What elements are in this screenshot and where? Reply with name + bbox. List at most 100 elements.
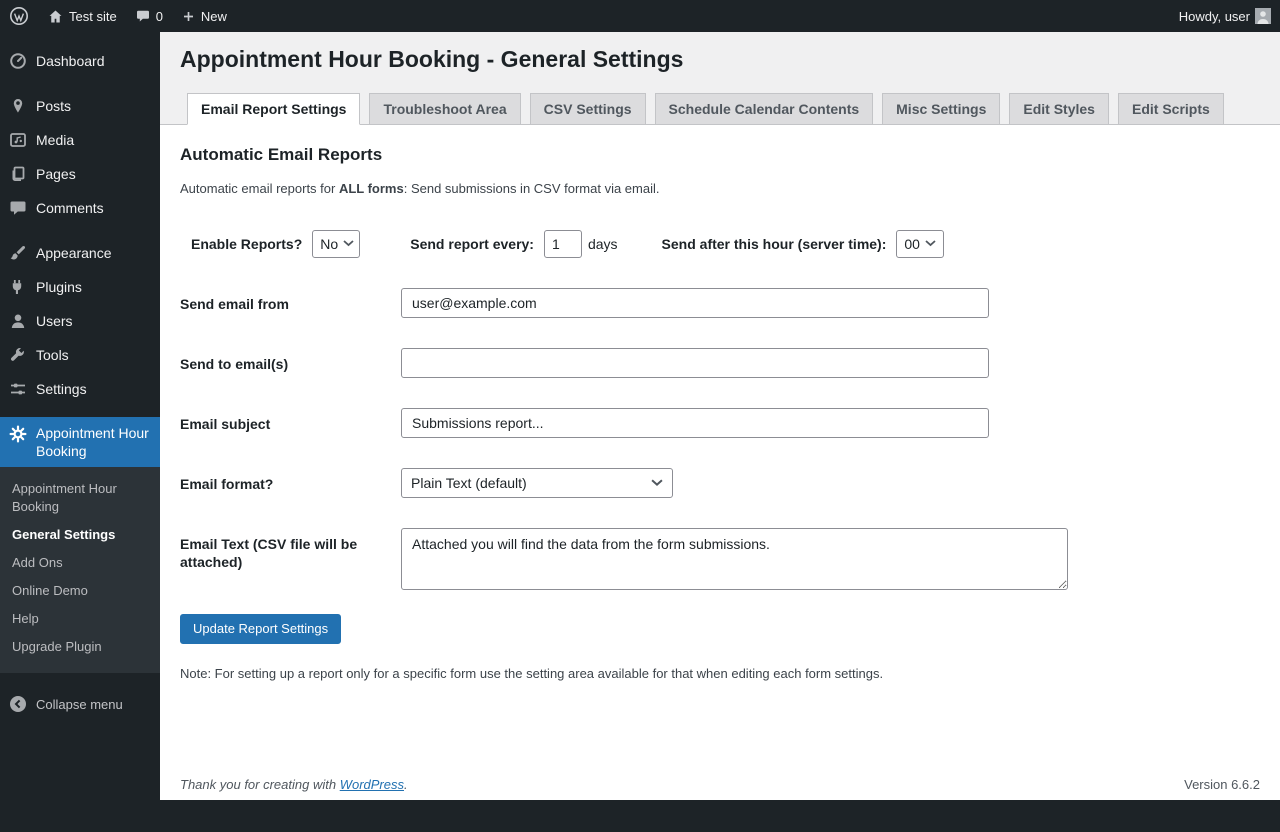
appearance-icon [8,243,28,263]
email-format-label: Email format? [180,468,401,498]
report-hour-select[interactable]: 00 [896,230,944,258]
enable-reports-select[interactable]: No [312,230,360,258]
my-account-button[interactable]: Howdy, user [1170,0,1280,32]
dashboard-icon [8,51,28,71]
admin-bar-left: Test site 0 New [0,0,236,32]
email-text-row: Email Text (CSV file will be attached) A… [180,528,1260,590]
submenu-item-upgrade-plugin[interactable]: Upgrade Plugin [0,633,160,661]
sidebar-item-posts[interactable]: Posts [0,89,160,123]
comment-bubble-icon [135,8,151,24]
settings-panel: Automatic Email Reports Automatic email … [160,125,1280,800]
wp-logo-button[interactable] [0,0,38,32]
media-icon [8,130,28,150]
gear-icon [8,424,28,444]
chevron-down-icon [651,479,663,487]
intro-bold: ALL forms [339,181,404,196]
plugins-icon [8,277,28,297]
report-hour-label: Send after this hour (server time): [662,236,887,252]
send-to-row: Send to email(s) [180,348,1260,378]
tools-icon [8,345,28,365]
report-every-label: Send report every: [410,236,534,252]
sidebar-item-users[interactable]: Users [0,304,160,338]
section-title: Automatic Email Reports [180,145,1260,165]
submenu-item-add-ons[interactable]: Add Ons [0,549,160,577]
email-format-value: Plain Text (default) [411,475,527,491]
menu-separator [0,406,160,417]
send-to-input[interactable] [401,348,989,378]
site-name-link[interactable]: Test site [38,0,126,32]
chevron-down-icon [925,240,936,247]
intro-suffix: : Send submissions in CSV format via ema… [404,181,660,196]
email-text-textarea[interactable]: Attached you will find the data from the… [401,528,1068,590]
new-label: New [201,9,227,24]
tab-edit-scripts[interactable]: Edit Scripts [1118,93,1224,125]
email-format-select[interactable]: Plain Text (default) [401,468,673,498]
tab-schedule-calendar-contents[interactable]: Schedule Calendar Contents [655,93,874,125]
howdy-label: Howdy, user [1179,9,1250,24]
admin-bar-right: Howdy, user [1170,0,1280,32]
plugin-submenu: Appointment Hour Booking General Setting… [0,467,160,673]
enable-reports-value: No [320,236,338,252]
home-icon [47,8,64,25]
sidebar-item-tools[interactable]: Tools [0,338,160,372]
email-text-label: Email Text (CSV file will be attached) [180,528,401,590]
admin-bar: Test site 0 New Howdy, user [0,0,1280,32]
submenu-item-help[interactable]: Help [0,605,160,633]
email-subject-label: Email subject [180,408,401,438]
sidebar-item-media[interactable]: Media [0,123,160,157]
new-content-button[interactable]: New [172,0,236,32]
submenu-item-online-demo[interactable]: Online Demo [0,577,160,605]
thanks-prefix: Thank you for creating with [180,777,340,792]
posts-icon [8,96,28,116]
collapse-menu-label: Collapse menu [36,697,123,712]
submenu-item-general-settings[interactable]: General Settings [0,521,160,549]
chevron-down-icon [343,240,354,247]
send-to-label: Send to email(s) [180,348,401,378]
comments-count: 0 [156,9,163,24]
subject-row: Email subject [180,408,1260,438]
wordpress-logo-icon [9,6,29,26]
wordpress-link[interactable]: WordPress [340,777,404,792]
pages-icon [8,164,28,184]
plus-icon [181,9,196,24]
tab-troubleshoot-area[interactable]: Troubleshoot Area [369,93,520,125]
note-text: Note: For setting up a report only for a… [180,666,1260,681]
sidebar-item-plugins[interactable]: Plugins [0,270,160,304]
tab-email-report-settings[interactable]: Email Report Settings [187,93,360,125]
users-icon [8,311,28,331]
admin-menu: Dashboard Posts Media Pages Comments [0,32,160,800]
sidebar-item-dashboard[interactable]: Dashboard [0,44,160,78]
send-from-row: Send email from [180,288,1260,318]
footer-thanks: Thank you for creating with WordPress. [180,777,408,792]
submenu-item-appointment-hour-booking[interactable]: Appointment Hour Booking [0,475,160,521]
menu-separator [0,225,160,236]
report-schedule-row: Enable Reports? No Send report every: da… [191,230,1260,258]
menu-separator [0,78,160,89]
intro-text: Automatic email reports for ALL forms: S… [180,181,1260,196]
email-subject-input[interactable] [401,408,989,438]
days-suffix-label: days [588,236,618,252]
sidebar-item-appearance[interactable]: Appearance [0,236,160,270]
send-from-label: Send email from [180,288,401,318]
avatar [1255,8,1271,24]
format-row: Email format? Plain Text (default) [180,468,1260,498]
update-report-settings-button[interactable]: Update Report Settings [180,614,341,644]
sidebar-item-comments[interactable]: Comments [0,191,160,225]
tab-csv-settings[interactable]: CSV Settings [530,93,646,125]
sidebar-item-pages[interactable]: Pages [0,157,160,191]
enable-reports-label: Enable Reports? [191,236,302,252]
tab-edit-styles[interactable]: Edit Styles [1009,93,1109,125]
thanks-suffix: . [404,777,408,792]
send-from-input[interactable] [401,288,989,318]
intro-prefix: Automatic email reports for [180,181,339,196]
collapse-menu-button[interactable]: Collapse menu [0,687,160,721]
comments-indicator[interactable]: 0 [126,0,172,32]
report-days-input[interactable] [544,230,582,258]
tab-bar: Email Report Settings Troubleshoot Area … [160,93,1280,125]
version-label: Version 6.6.2 [1184,777,1260,792]
page-title: Appointment Hour Booking - General Setti… [180,45,1260,75]
sidebar-item-settings[interactable]: Settings [0,372,160,406]
sidebar-item-appointment-hour-booking[interactable]: Appointment Hour Booking [0,417,160,467]
tab-misc-settings[interactable]: Misc Settings [882,93,1000,125]
settings-icon [8,379,28,399]
